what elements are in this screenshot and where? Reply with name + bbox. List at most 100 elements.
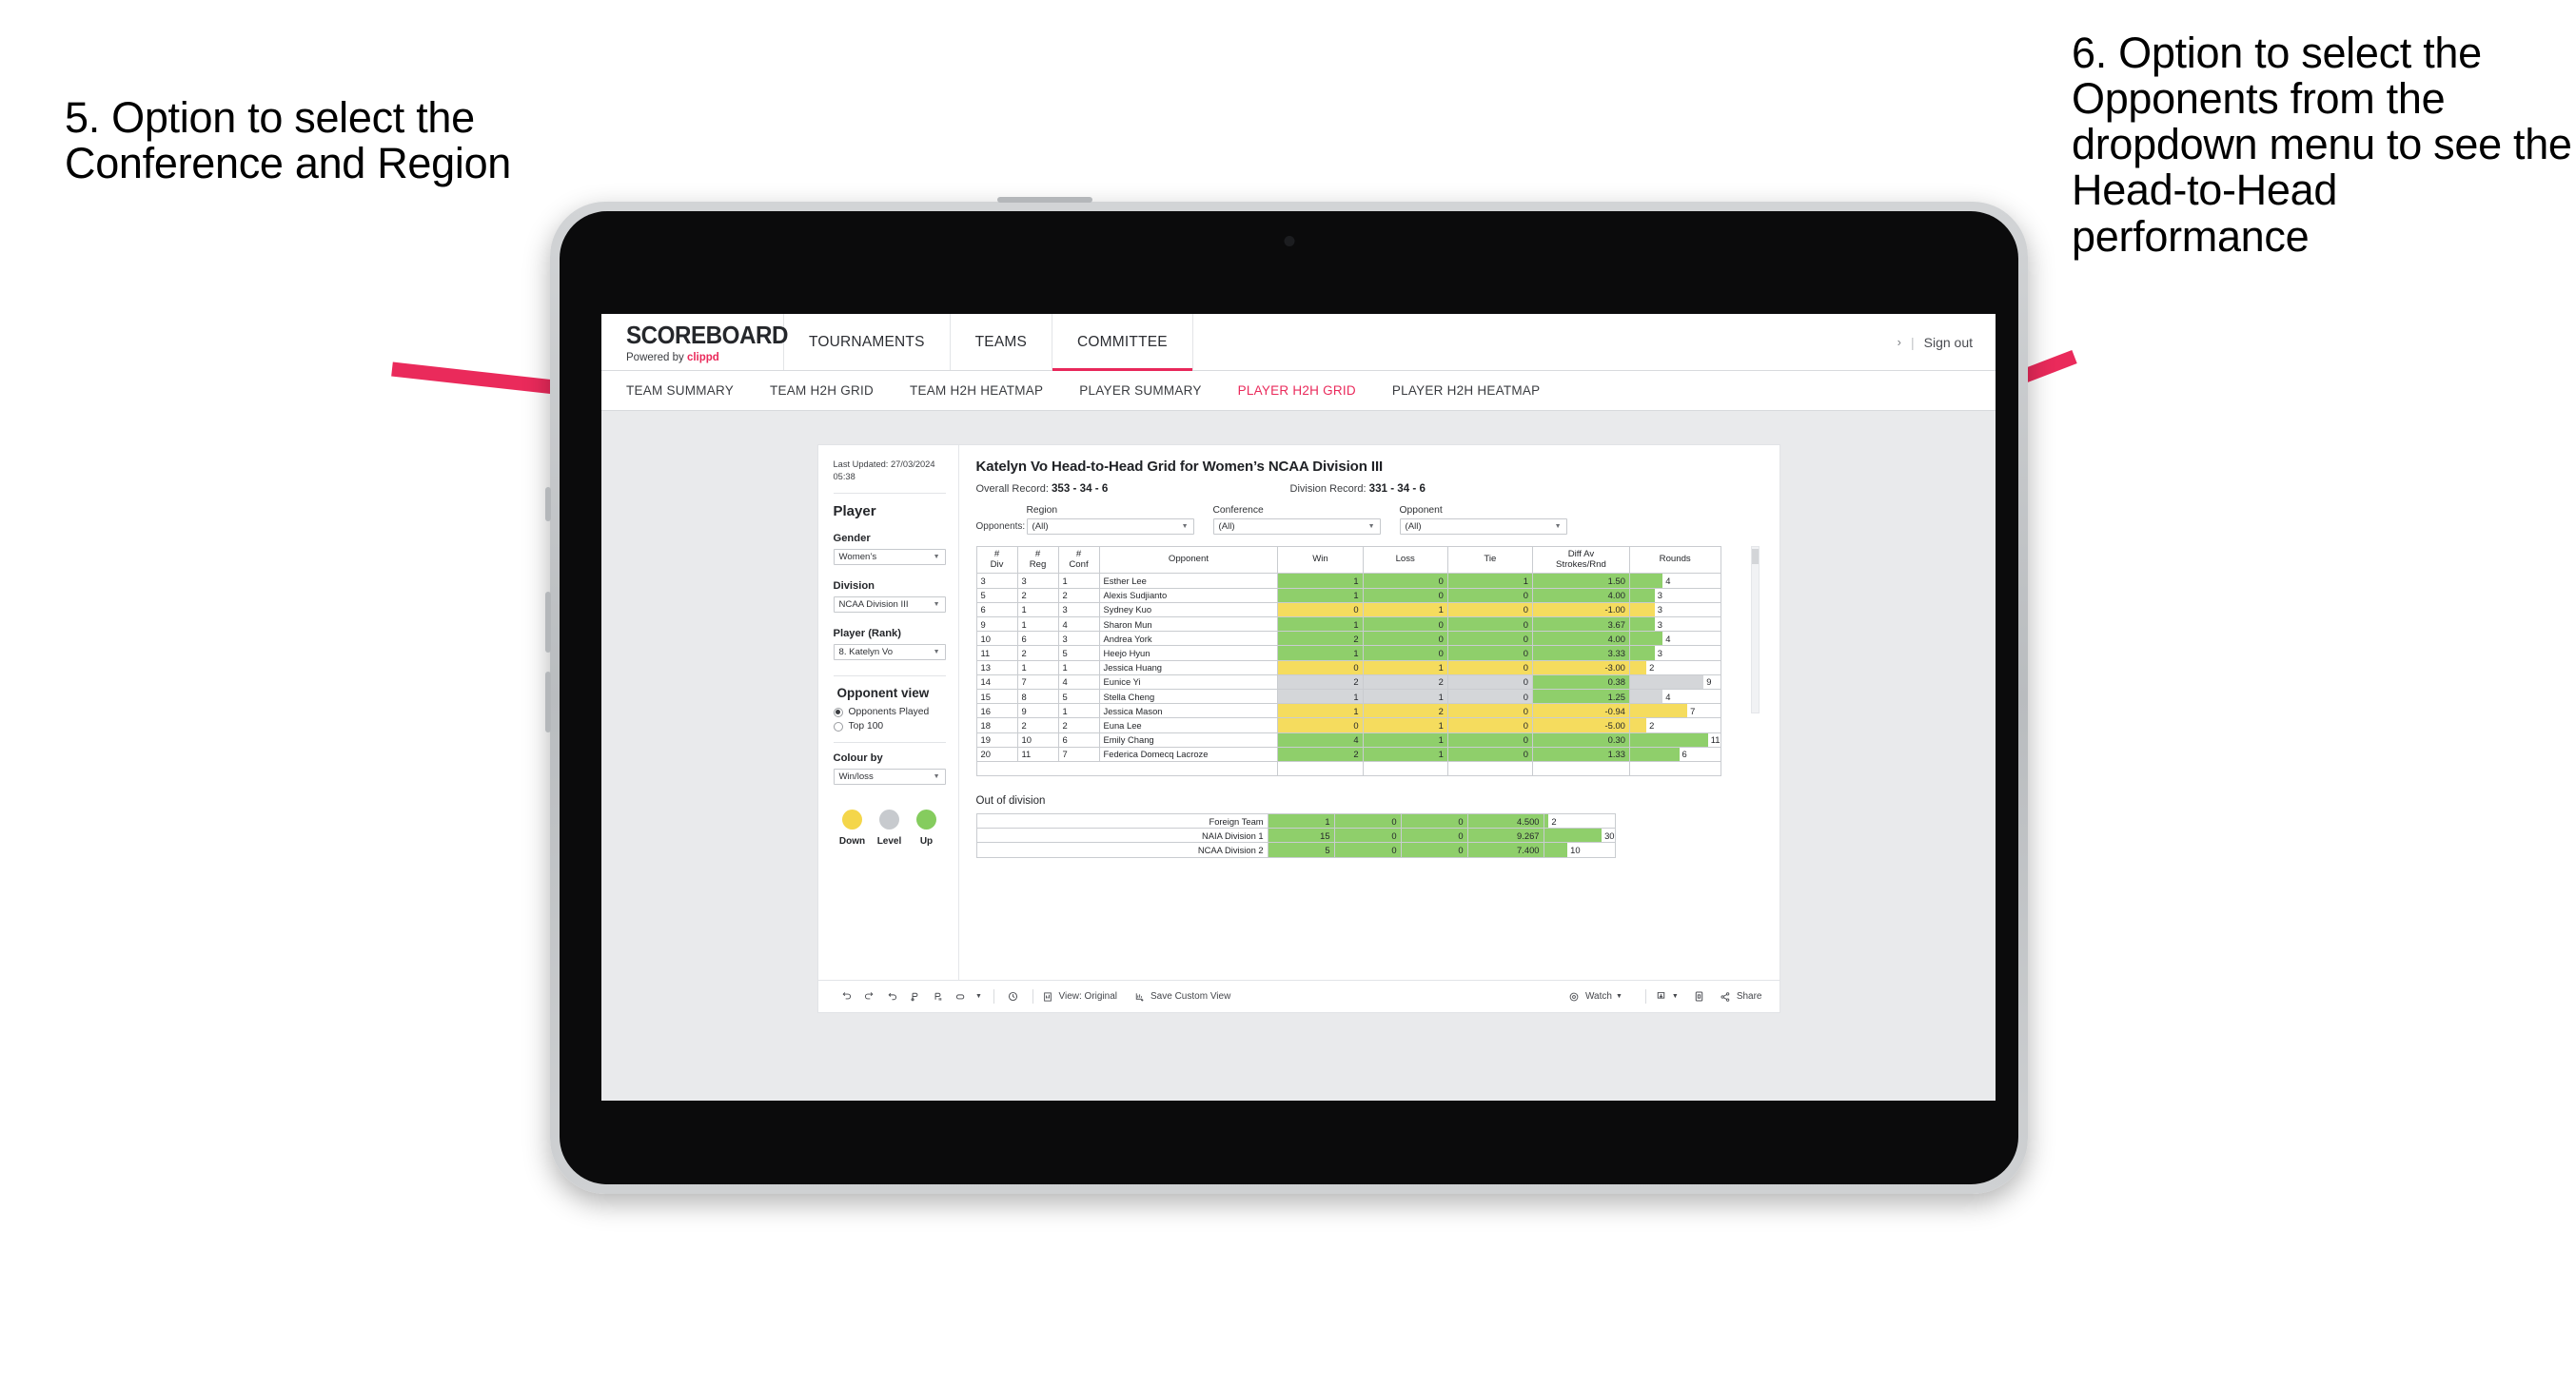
- shape-icon[interactable]: [950, 990, 973, 1003]
- table-row[interactable]: 6 1 3 Sydney Kuo 0 1 0 -1.00 3: [975, 601, 1721, 618]
- table-row[interactable]: 9 1 4 Sharon Mun 1 0 0 3.67 3: [975, 616, 1721, 633]
- th-diff-av[interactable]: Diff Av Strokes/Rnd: [1531, 545, 1630, 575]
- revert-icon[interactable]: [881, 990, 904, 1003]
- app-header: SCOREBOARD Powered by clippd TOURNAMENTS…: [601, 314, 1996, 371]
- refresh-icon[interactable]: [904, 990, 927, 1003]
- h2h-table-wrap: # Div # Reg # Conf Opponent Win Loss Tie Di…: [975, 545, 1762, 777]
- caret-icon[interactable]: ▼: [973, 993, 986, 1000]
- cell-div: 19: [975, 732, 1018, 748]
- ood-row[interactable]: Foreign Team 1 0 0 4.500 2: [975, 813, 1616, 830]
- save-custom-view-button[interactable]: Save Custom View: [1132, 991, 1230, 1003]
- brand-logo[interactable]: SCOREBOARD Powered by clippd: [601, 314, 788, 370]
- division-value: NCAA Division III: [838, 599, 909, 611]
- table-row[interactable]: 18 2 2 Euna Lee 0 1 0 -5.00 2: [975, 717, 1721, 733]
- table-row[interactable]: 13 1 1 Jessica Huang 0 1 0 -3.00 2: [975, 659, 1721, 675]
- tab-team-h2h-heatmap[interactable]: TEAM H2H HEATMAP: [910, 383, 1043, 398]
- save-view-icon: [1132, 991, 1147, 1003]
- download-button[interactable]: ▼: [1654, 990, 1679, 1003]
- th-rounds[interactable]: Rounds: [1628, 545, 1721, 575]
- power-button[interactable]: [545, 487, 551, 521]
- history-icon[interactable]: [1002, 990, 1025, 1003]
- tab-team-summary[interactable]: TEAM SUMMARY: [626, 383, 734, 398]
- gender-select[interactable]: Women’s ▼: [833, 549, 946, 566]
- player-rank-select[interactable]: 8. Katelyn Vo ▼: [833, 644, 946, 661]
- ood-row[interactable]: NAIA Division 1 15 0 0 9.267 30: [975, 828, 1616, 844]
- table-row[interactable]: 20 11 7 Federica Domecq Lacroze 2 1 0 1.33 6: [975, 746, 1721, 762]
- cell-win: 0: [1277, 717, 1364, 733]
- th-conf[interactable]: # Conf: [1057, 545, 1100, 575]
- watch-button[interactable]: Watch ▼: [1567, 991, 1622, 1003]
- division-select[interactable]: NCAA Division III ▼: [833, 596, 946, 614]
- th-opponent[interactable]: Opponent: [1098, 545, 1279, 575]
- cell-win: 1: [1277, 703, 1364, 719]
- annotation-right: 6. Option to select the Opponents from t…: [2072, 29, 2572, 261]
- th-tie[interactable]: Tie: [1446, 545, 1533, 575]
- colour-by-select[interactable]: Win/loss ▼: [833, 769, 946, 786]
- sign-out-link[interactable]: Sign out: [1924, 335, 1973, 350]
- scrollbar-thumb[interactable]: [1751, 549, 1759, 564]
- share-button[interactable]: Share: [1719, 991, 1762, 1003]
- cell-ood-loss: 0: [1333, 842, 1402, 858]
- table-row[interactable]: 11 2 5 Heejo Hyun 1 0 0 3.33 3: [975, 645, 1721, 661]
- table-row[interactable]: 14 7 4 Eunice Yi 2 2 0 0.38 9: [975, 673, 1721, 690]
- cell-loss: 0: [1362, 573, 1448, 589]
- cell-tie: 0: [1446, 746, 1533, 762]
- cell-ood-diff: 4.500: [1466, 813, 1544, 830]
- cell-rounds: 2: [1628, 717, 1721, 733]
- chevron-right-icon[interactable]: ›: [1898, 335, 1901, 349]
- ood-row[interactable]: NCAA Division 2 5 0 0 7.400 10: [975, 842, 1616, 858]
- conference-select[interactable]: (All) ▼: [1212, 518, 1381, 535]
- region-select[interactable]: (All) ▼: [1026, 518, 1194, 535]
- chevron-down-icon: ▼: [933, 554, 940, 561]
- cell-opponent: Sydney Kuo: [1098, 601, 1279, 618]
- table-row[interactable]: 19 10 6 Emily Chang 4 1 0 0.30 11: [975, 732, 1721, 748]
- volume-up-button[interactable]: [545, 592, 551, 653]
- tab-player-h2h-grid[interactable]: PLAYER H2H GRID: [1238, 383, 1356, 398]
- top-button[interactable]: [997, 197, 1092, 203]
- radio-opponents-played[interactable]: Opponents Played: [833, 707, 946, 717]
- cell-loss: 0: [1362, 587, 1448, 603]
- volume-down-button[interactable]: [545, 672, 551, 732]
- table-row[interactable]: 5 2 2 Alexis Sudjianto 1 0 0 4.00 3: [975, 587, 1721, 603]
- tab-team-h2h-grid[interactable]: TEAM H2H GRID: [770, 383, 874, 398]
- table-row[interactable]: 3 3 1 Esther Lee 1 0 1 1.50 4: [975, 573, 1721, 589]
- nav-committee[interactable]: COMMITTEE: [1052, 314, 1193, 371]
- th-win[interactable]: Win: [1277, 545, 1364, 575]
- cell-rounds: 6: [1628, 746, 1721, 762]
- th-loss[interactable]: Loss: [1362, 545, 1448, 575]
- cell-conf: 7: [1057, 746, 1100, 762]
- view-original-button[interactable]: View: Original: [1041, 991, 1117, 1003]
- opponent-caption: Opponent: [1399, 505, 1443, 516]
- cell-div: 6: [975, 601, 1018, 618]
- radio-top-100[interactable]: Top 100: [833, 721, 946, 732]
- cell-reg: 2: [1016, 717, 1059, 733]
- cell-conf: 3: [1057, 601, 1100, 618]
- chevron-down-icon: ▼: [933, 773, 940, 781]
- table-row[interactable]: 10 6 3 Andrea York 2 0 0 4.00 4: [975, 631, 1721, 647]
- workspace: Last Updated: 27/03/2024 05:38 Player Ge…: [601, 411, 1996, 1101]
- table-row[interactable]: 15 8 5 Stella Cheng 1 1 0 1.25 4: [975, 688, 1721, 705]
- table-scrollbar[interactable]: [1750, 546, 1760, 713]
- cell-diff: 0.30: [1531, 732, 1630, 748]
- redo-icon[interactable]: [858, 990, 881, 1003]
- cell-tie: 0: [1446, 673, 1533, 690]
- nav-teams[interactable]: TEAMS: [951, 314, 1053, 370]
- th-div[interactable]: # Div: [975, 545, 1018, 575]
- cell-ood-diff: 9.267: [1466, 828, 1544, 844]
- tab-player-h2h-heatmap[interactable]: PLAYER H2H HEATMAP: [1392, 383, 1541, 398]
- pause-icon[interactable]: [927, 990, 950, 1003]
- watch-icon: [1567, 991, 1582, 1003]
- colour-by-value: Win/loss: [838, 771, 874, 783]
- cell-loss: 1: [1362, 659, 1448, 675]
- cell-loss: 1: [1362, 717, 1448, 733]
- opponent-select[interactable]: (All) ▼: [1399, 518, 1567, 535]
- nav-tournaments[interactable]: TOURNAMENTS: [784, 314, 951, 370]
- fullscreen-icon[interactable]: [1688, 990, 1711, 1003]
- cell-conf: 5: [1057, 688, 1100, 705]
- undo-icon[interactable]: [836, 990, 858, 1003]
- legend-down-label: Down: [838, 836, 866, 848]
- cell-conf: 4: [1057, 673, 1100, 690]
- tab-player-summary[interactable]: PLAYER SUMMARY: [1079, 383, 1201, 398]
- table-row[interactable]: 16 9 1 Jessica Mason 1 2 0 -0.94 7: [975, 703, 1721, 719]
- th-reg[interactable]: # Reg: [1016, 545, 1059, 575]
